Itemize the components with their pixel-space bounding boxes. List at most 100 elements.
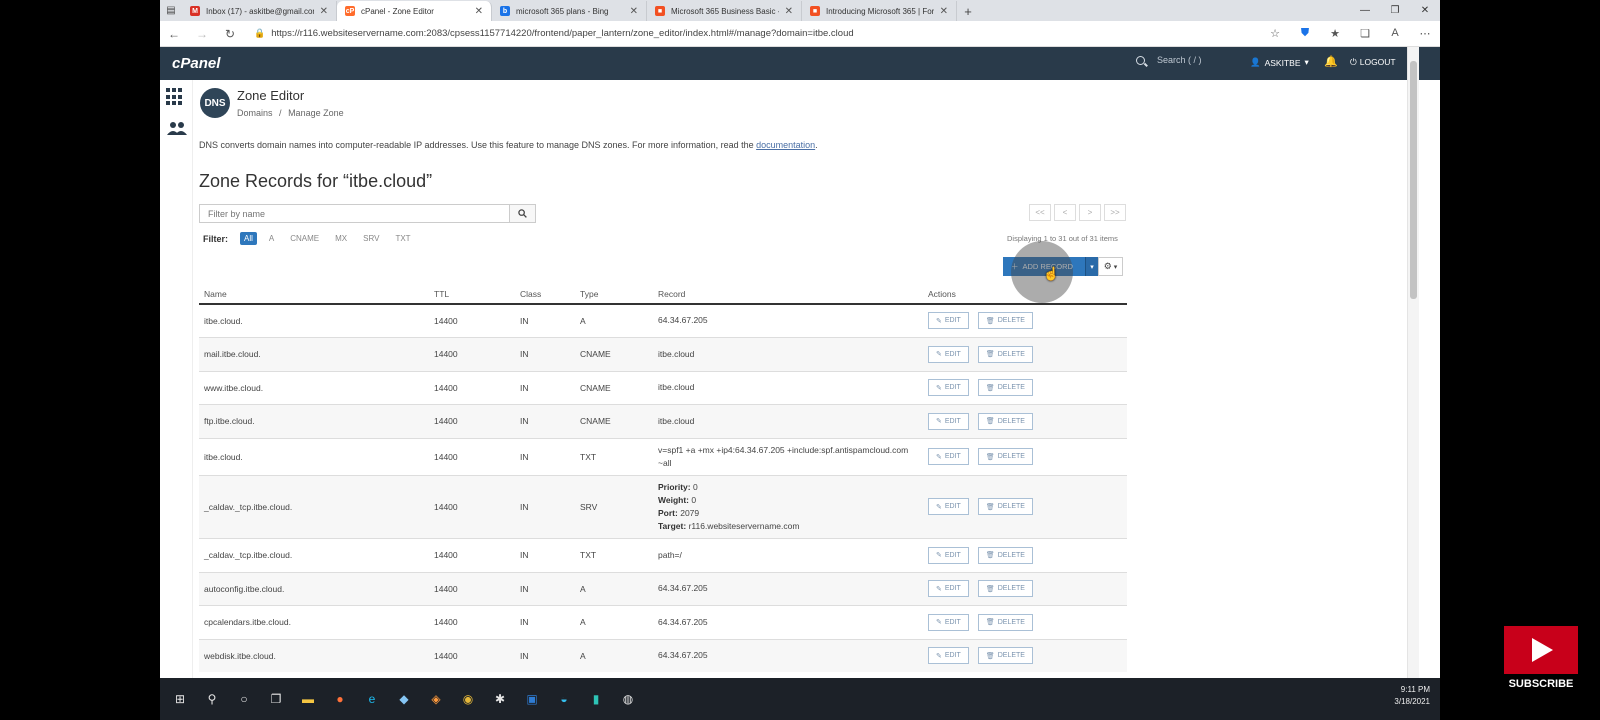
col-record[interactable]: Record <box>653 284 923 305</box>
edit-button[interactable]: ✎ EDIT <box>928 412 969 430</box>
users-icon[interactable] <box>166 120 188 136</box>
pencil-icon: ✎ <box>936 418 942 425</box>
filter-chip[interactable]: MX <box>331 232 351 245</box>
apps-grid-icon[interactable] <box>166 88 184 106</box>
delete-button[interactable]: 🗑 DELETE <box>977 647 1033 665</box>
delete-button[interactable]: 🗑 DELETE <box>977 448 1033 465</box>
refresh-icon[interactable]: ↻ <box>216 21 244 47</box>
app-icon-3[interactable]: ✱ <box>484 683 516 715</box>
filter-search-button[interactable] <box>510 204 536 223</box>
pager-button[interactable]: < <box>1054 204 1076 221</box>
favorites-bar-icon[interactable]: ★ <box>1320 27 1350 40</box>
col-type[interactable]: Type <box>575 284 653 305</box>
outlook-icon[interactable]: ▣ <box>516 683 548 715</box>
chrome-icon[interactable]: ◉ <box>452 683 484 715</box>
documentation-link[interactable]: documentation <box>756 140 815 150</box>
edit-button[interactable]: ✎ EDIT <box>928 613 969 631</box>
firefox-icon[interactable]: ● <box>324 683 356 715</box>
edit-button[interactable]: ✎ EDIT <box>928 448 969 465</box>
app-icon[interactable]: ◆ <box>388 683 420 715</box>
browser-tab[interactable]: ■ Introducing Microsoft 365 | For... ✕ <box>802 1 957 21</box>
more-icon[interactable]: ⋯ <box>1410 27 1440 40</box>
logout-button[interactable]: ⏻ LOGOUT <box>1350 57 1396 68</box>
close-tab-icon[interactable]: ✕ <box>475 6 483 17</box>
delete-button[interactable]: 🗑 DELETE <box>977 498 1033 515</box>
settings-button[interactable]: ⚙ ▾ <box>1098 257 1123 276</box>
cpanel-logo[interactable]: cPanel <box>172 55 220 72</box>
extension-icon[interactable]: ⛊ <box>1290 27 1320 40</box>
delete-button[interactable]: 🗑 DELETE <box>977 345 1033 363</box>
record-ttl: 14400 <box>429 638 515 672</box>
record-value: itbe.cloud <box>658 415 695 426</box>
filter-chip[interactable]: SRV <box>359 232 383 245</box>
pager-button[interactable]: << <box>1029 204 1051 221</box>
delete-button[interactable]: 🗑 DELETE <box>977 379 1033 396</box>
close-tab-icon[interactable]: ✕ <box>630 6 638 17</box>
filter-chip[interactable]: CNAME <box>286 232 323 245</box>
record-value: 64.34.67.205 <box>658 315 708 326</box>
filter-chip[interactable]: A <box>265 232 278 245</box>
edit-button[interactable]: ✎ EDIT <box>928 312 969 330</box>
record-cell: v=spf1 +a +mx +ip4:64.34.67.205 +include… <box>653 437 923 475</box>
search-icon[interactable]: ⚲ <box>196 683 228 715</box>
browser-tab[interactable]: b microsoft 365 plans - Bing ✕ <box>492 1 647 21</box>
close-tab-icon[interactable]: ✕ <box>940 6 948 17</box>
add-record-dropdown[interactable]: ▾ <box>1085 257 1098 276</box>
delete-button[interactable]: 🗑 DELETE <box>977 312 1033 330</box>
edit-button[interactable]: ✎ EDIT <box>928 379 969 396</box>
system-clock[interactable]: 9:11 PM 3/18/2021 <box>1394 684 1430 708</box>
breadcrumb-domains[interactable]: Domains <box>237 108 273 118</box>
edit-button[interactable]: ✎ EDIT <box>928 647 969 665</box>
immersive-reader-icon[interactable]: A <box>1380 27 1410 40</box>
back-icon[interactable]: ← <box>160 21 188 47</box>
delete-button[interactable]: 🗑 DELETE <box>977 580 1033 597</box>
delete-button[interactable]: 🗑 DELETE <box>977 546 1033 564</box>
app-icon-2[interactable]: ◈ <box>420 683 452 715</box>
edit-button[interactable]: ✎ EDIT <box>928 546 969 564</box>
delete-button[interactable]: 🗑 DELETE <box>977 613 1033 631</box>
bell-icon[interactable]: 🔔 <box>1324 55 1338 68</box>
cpanel-search[interactable]: Search ( / ) <box>1136 55 1202 65</box>
forward-icon[interactable]: → <box>188 21 216 47</box>
app-icon-5[interactable]: ◍ <box>612 683 644 715</box>
close-tab-icon[interactable]: ✕ <box>785 6 793 17</box>
user-menu[interactable]: 👤 ASKITBE ▾ <box>1250 57 1309 68</box>
cortana-icon[interactable]: ○ <box>228 683 260 715</box>
browser-tab-strip: ▤ M Inbox (17) - askitbe@gmail.com ✕ cP cPan… <box>160 0 1440 21</box>
col-class[interactable]: Class <box>515 284 575 305</box>
page-scrollbar[interactable] <box>1407 47 1419 678</box>
start-icon[interactable]: ⊞ <box>164 683 196 715</box>
collections-icon[interactable]: ❏ <box>1350 27 1380 40</box>
delete-button[interactable]: 🗑 DELETE <box>977 412 1033 430</box>
browser-tab[interactable]: cP cPanel - Zone Editor ✕ <box>337 1 492 21</box>
ie-icon[interactable]: e <box>356 683 388 715</box>
restore-icon[interactable]: ❐ <box>1380 0 1410 21</box>
col-name[interactable]: Name <box>199 284 429 305</box>
subscribe-badge[interactable]: SUBSCRIBE <box>1504 626 1578 698</box>
filter-input[interactable] <box>199 204 510 223</box>
pager-button[interactable]: > <box>1079 204 1101 221</box>
close-tab-icon[interactable]: ✕ <box>320 6 328 17</box>
app-icon-4[interactable]: ▮ <box>580 683 612 715</box>
browser-tab[interactable]: M Inbox (17) - askitbe@gmail.com ✕ <box>182 1 337 21</box>
scrollbar-thumb[interactable] <box>1410 61 1417 299</box>
pager-button[interactable]: >> <box>1104 204 1126 221</box>
actions-cell: ✎ EDIT 🗑 DELETE <box>923 370 1127 404</box>
minimize-icon[interactable]: — <box>1350 0 1380 21</box>
pencil-icon: ✎ <box>936 652 942 660</box>
filter-chip[interactable]: TXT <box>391 232 414 245</box>
close-window-icon[interactable]: ✕ <box>1410 0 1440 21</box>
col-ttl[interactable]: TTL <box>429 284 515 305</box>
file-explorer-icon[interactable]: ▬ <box>292 683 324 715</box>
edit-button[interactable]: ✎ EDIT <box>928 498 969 515</box>
filter-chip[interactable]: All <box>240 232 257 245</box>
browser-tab[interactable]: ■ Microsoft 365 Business Basic - ... ✕ <box>647 1 802 21</box>
favorite-icon[interactable]: ☆ <box>1260 27 1290 40</box>
tab-actions-icon[interactable]: ▤ <box>160 0 182 21</box>
edit-button[interactable]: ✎ EDIT <box>928 345 969 363</box>
edge-icon[interactable]: ◒ <box>548 683 580 715</box>
edit-button[interactable]: ✎ EDIT <box>928 580 969 597</box>
address-bar[interactable]: 🔒 https://r116.websiteservername.com:208… <box>244 23 1260 45</box>
task-view-icon[interactable]: ❐ <box>260 683 292 715</box>
new-tab-button[interactable]: + <box>957 1 979 21</box>
